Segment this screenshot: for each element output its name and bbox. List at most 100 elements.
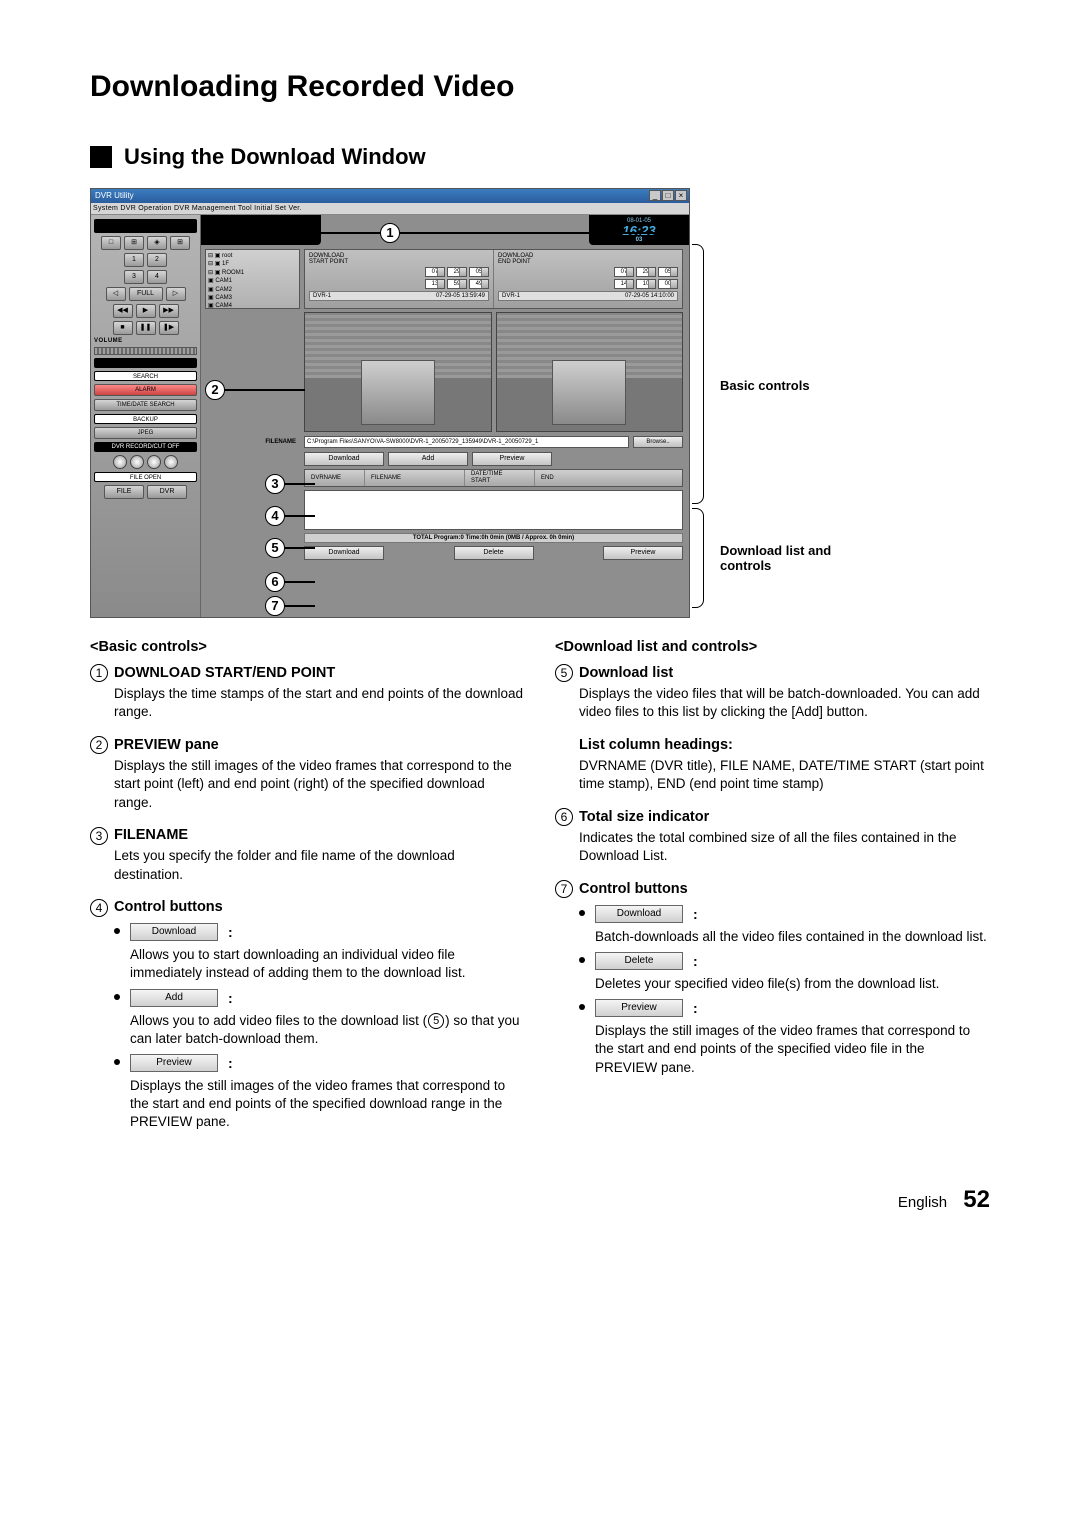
brace-list-label: Download list and controls	[720, 543, 880, 573]
tree-cam3[interactable]: ▣ CAM3	[208, 294, 297, 302]
prev-btn[interactable]: ◁	[106, 287, 126, 301]
start-sec-spin[interactable]: 49	[469, 279, 489, 289]
close-icon[interactable]: ×	[675, 190, 687, 201]
end-sec-spin[interactable]: 00	[658, 279, 678, 289]
bullet-icon	[114, 994, 120, 1000]
delete-button-image: Delete	[595, 952, 683, 970]
step-btn[interactable]: ❚▶	[159, 321, 179, 335]
layout-btn-seq[interactable]: ◈	[147, 236, 167, 250]
layout-btn-quad[interactable]: ⊞	[124, 236, 144, 250]
item-1-title: DOWNLOAD START/END POINT	[114, 664, 335, 684]
alarm-btn[interactable]: ALARM	[94, 384, 197, 396]
left-column: <Basic controls> 1DOWNLOAD START/END POI…	[90, 638, 525, 1146]
rec-circle-2[interactable]	[130, 455, 144, 469]
item-4a-desc: Allows you to start downloading an indiv…	[90, 946, 525, 982]
tree-room[interactable]: ⊟ ▣ ROOM1	[208, 269, 297, 277]
filename-input[interactable]: C:\Program Files\SANYO\VA-SW8000\DVR-1_2…	[304, 436, 629, 448]
item-4-title: Control buttons	[114, 898, 223, 918]
end-timestamp: 07-29-05 14:10:00	[625, 293, 674, 299]
rewind-btn[interactable]: ◀◀	[113, 304, 133, 318]
camera-tree[interactable]: ⊟ ▣ root ⊟ ▣ 1F ⊟ ▣ ROOM1 ▣ CAM1 ▣ CAM2 …	[205, 249, 300, 309]
rec-circle-3[interactable]	[147, 455, 161, 469]
item-4c: Preview :	[90, 1054, 525, 1073]
jpeg-btn[interactable]: JPEG	[94, 427, 197, 439]
num-3: 3	[90, 827, 108, 845]
item-6-desc: Indicates the total combined size of all…	[555, 829, 990, 865]
list-download-button[interactable]: Download	[304, 546, 384, 560]
list-preview-button[interactable]: Preview	[603, 546, 683, 560]
item-1: 1DOWNLOAD START/END POINT Displays the t…	[90, 664, 525, 722]
item-list-headings: List column headings: DVRNAME (DVR title…	[555, 736, 990, 794]
start-hour-spin[interactable]: 13	[425, 279, 445, 289]
item-7a-desc: Batch-downloads all the video files cont…	[555, 928, 990, 946]
callout-2: 2	[205, 380, 225, 400]
rec-circle-1[interactable]	[113, 455, 127, 469]
camera-btn-4[interactable]: 4	[147, 270, 167, 284]
clock: 08-01-05 16:23 03	[589, 215, 689, 245]
num-7: 7	[555, 880, 573, 898]
callout-line-2	[225, 389, 305, 391]
tree-cam2[interactable]: ▣ CAM2	[208, 286, 297, 294]
download-list-header: DVRNAME FILENAME DATE/TIME START END	[304, 469, 683, 487]
add-button-image: Add	[130, 989, 218, 1007]
brace-basic	[692, 244, 704, 504]
start-month-spin[interactable]: 07	[425, 267, 445, 277]
bullet-icon	[114, 928, 120, 934]
minimize-icon[interactable]: _	[649, 190, 661, 201]
end-min-spin[interactable]: 10	[636, 279, 656, 289]
basic-preview-button[interactable]: Preview	[472, 452, 552, 466]
end-year-spin[interactable]: 05	[658, 267, 678, 277]
basic-add-button[interactable]: Add	[388, 452, 468, 466]
colon: :	[228, 923, 233, 942]
stop-btn[interactable]: ■	[113, 321, 133, 335]
dvr-btn[interactable]: DVR	[147, 485, 187, 499]
list-delete-button[interactable]: Delete	[454, 546, 534, 560]
end-day-spin[interactable]: 29	[636, 267, 656, 277]
layout-btn-multi[interactable]: ⊞	[170, 236, 190, 250]
rec-circle-4[interactable]	[164, 455, 178, 469]
search-label: SEARCH	[94, 371, 197, 381]
end-point-label: DOWNLOAD END POINT	[498, 253, 678, 265]
layout-btn-single[interactable]: □	[101, 236, 121, 250]
item-2: 2PREVIEW pane Displays the still images …	[90, 736, 525, 812]
maximize-icon[interactable]: □	[662, 190, 674, 201]
tree-floor[interactable]: ⊟ ▣ 1F	[208, 260, 297, 268]
download-list[interactable]	[304, 490, 683, 530]
tree-cam1[interactable]: ▣ CAM1	[208, 277, 297, 285]
preview-start-image	[304, 312, 492, 432]
display-strip	[94, 219, 197, 233]
start-dvrname: DVR-1	[313, 293, 331, 299]
file-btn[interactable]: FILE	[104, 485, 144, 499]
item-4: 4Control buttons Download : Allows you t…	[90, 898, 525, 1132]
start-year-spin[interactable]: 05	[469, 267, 489, 277]
tree-root[interactable]: ⊟ ▣ root	[208, 252, 297, 260]
tree-cam4[interactable]: ▣ CAM4	[208, 302, 297, 310]
end-month-spin[interactable]: 07	[614, 267, 634, 277]
next-btn[interactable]: ▷	[166, 287, 186, 301]
timedate-search-btn[interactable]: TIME/DATE SEARCH	[94, 399, 197, 411]
browse-button[interactable]: Browse..	[633, 436, 683, 448]
camera-btn-3[interactable]: 3	[124, 270, 144, 284]
camera-btn-1[interactable]: 1	[124, 253, 144, 267]
play-btn[interactable]: ▶	[136, 304, 156, 318]
item-4a: Download :	[90, 923, 525, 942]
colon: :	[228, 989, 233, 1008]
camera-btn-2[interactable]: 2	[147, 253, 167, 267]
start-day-spin[interactable]: 29	[447, 267, 467, 277]
pause-btn[interactable]: ❚❚	[136, 321, 156, 335]
menubar[interactable]: System DVR Operation DVR Management Tool…	[91, 203, 689, 215]
control-sidebar: □ ⊞ ◈ ⊞ 1 2 3 4 ◁ FULL ▷	[91, 215, 201, 617]
download-points-panel: DOWNLOAD START POINT 07 29 05 13 59 49	[304, 249, 683, 309]
item-6-title: Total size indicator	[579, 808, 709, 828]
num-5: 5	[555, 664, 573, 682]
callout-line-1l	[315, 232, 380, 234]
ff-btn[interactable]: ▶▶	[159, 304, 179, 318]
callout-5: 5	[265, 538, 285, 558]
volume-slider[interactable]	[94, 347, 197, 355]
full-btn[interactable]: FULL	[129, 287, 163, 301]
end-hour-spin[interactable]: 14	[614, 279, 634, 289]
basic-download-button[interactable]: Download	[304, 452, 384, 466]
item-5: 5Download list Displays the video files …	[555, 664, 990, 722]
clock-sec: 03	[636, 237, 643, 243]
start-min-spin[interactable]: 59	[447, 279, 467, 289]
